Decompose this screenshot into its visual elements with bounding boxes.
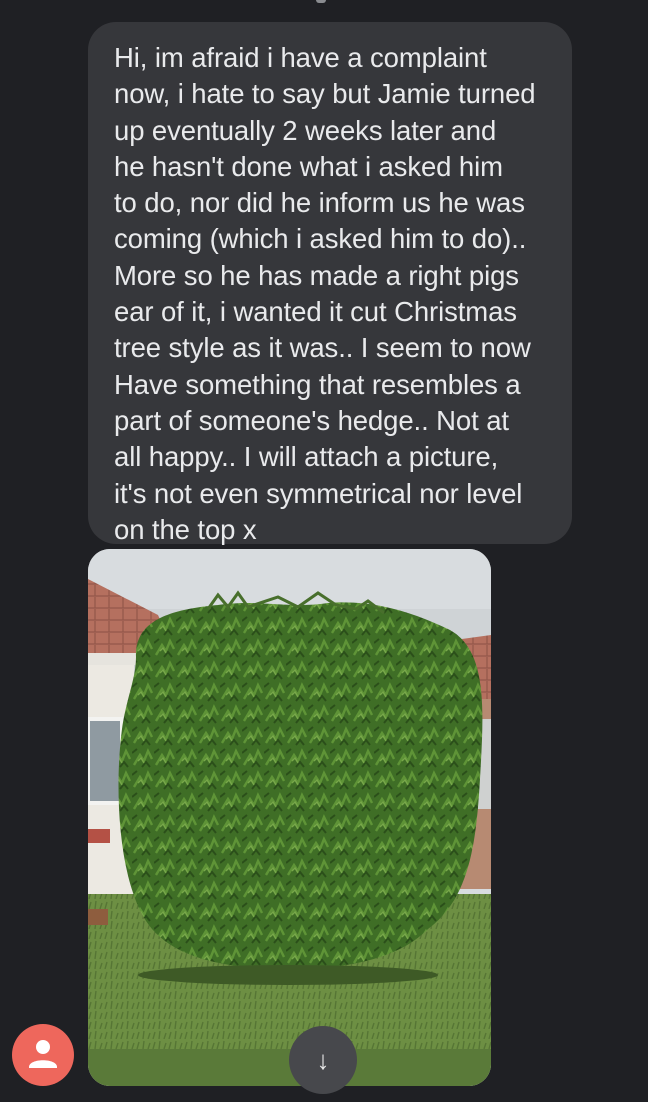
message-bubble[interactable]: Hi, im afraid i have a complaint now, i … bbox=[88, 22, 572, 545]
message-line: on the top x bbox=[114, 513, 257, 545]
contact-avatar[interactable] bbox=[12, 1024, 74, 1086]
message-line: up eventually 2 weeks later and bbox=[114, 114, 497, 146]
person-icon bbox=[29, 1040, 57, 1068]
message-line: part of someone's hedge.. Not at bbox=[114, 404, 509, 436]
message-line: all happy.. I will attach a picture, bbox=[114, 441, 499, 473]
message-line: now, i hate to say but Jamie turned bbox=[114, 78, 536, 110]
scroll-to-bottom-button[interactable]: ↓ bbox=[289, 1026, 357, 1094]
message-line: Hi, im afraid i have a complaint bbox=[114, 42, 487, 73]
message-line: ear of it, i wanted it cut Christmas bbox=[114, 296, 517, 328]
attached-photo[interactable] bbox=[88, 549, 491, 1086]
message-line: he hasn't done what i asked him bbox=[114, 150, 503, 182]
message-line: it's not even symmetrical nor level bbox=[114, 477, 523, 509]
arrow-down-icon: ↓ bbox=[316, 1045, 330, 1075]
message-line: Have something that resembles a bbox=[114, 368, 521, 400]
message-line: coming (which i asked him to do).. bbox=[114, 223, 527, 255]
message-line: to do, nor did he inform us he was bbox=[114, 187, 525, 219]
message-line: More so he has made a right pigs bbox=[114, 259, 519, 291]
message-line: tree style as it was.. I seem to now bbox=[114, 332, 531, 364]
status-indicator bbox=[316, 0, 326, 3]
